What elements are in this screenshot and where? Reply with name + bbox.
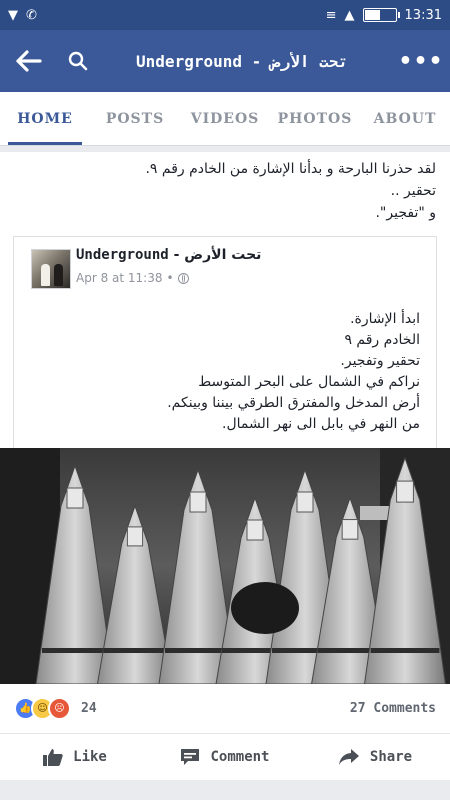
search-button[interactable] xyxy=(58,30,98,92)
hood-mask xyxy=(341,519,359,540)
reactions-bar: 👍 ☺ ☹ 24 27 Comments xyxy=(0,684,450,734)
comment-icon xyxy=(181,749,200,765)
reaction-count: 24 xyxy=(81,701,97,716)
meta-separator: • xyxy=(166,271,174,285)
shared-page-name-en: Underground xyxy=(76,247,169,263)
tab-home[interactable]: HOME xyxy=(0,92,90,145)
globe-icon xyxy=(177,272,189,284)
shared-post-text: ابدأ الإشارة. الخادم رقم ٩ تحقير وتفجير.… xyxy=(14,297,436,435)
shared-page-name-ar: - تحت الأرض xyxy=(168,247,262,263)
signal-icon: ▲ xyxy=(344,7,355,23)
share-arrow-icon xyxy=(338,749,359,765)
avatar[interactable] xyxy=(31,249,71,289)
like-button[interactable]: Like xyxy=(0,748,150,766)
post-text-line: تحقير .. xyxy=(390,183,436,199)
tab-videos[interactable]: VIDEOS xyxy=(180,92,270,145)
shared-text-line: من النهر في بابل الى نهر الشمال. xyxy=(222,416,420,432)
shared-text-line: تحقير وتفجير. xyxy=(340,353,420,369)
shield-icon: ▼ xyxy=(8,7,18,23)
shared-text-line: ابدأ الإشارة. xyxy=(350,311,420,327)
battery-icon xyxy=(362,8,400,22)
back-arrow-icon xyxy=(16,50,42,72)
shared-post-meta: Apr 8 at 11:38 • xyxy=(76,271,189,285)
battery-level xyxy=(364,10,380,20)
shared-page-name[interactable]: Underground - تحت الأرض xyxy=(76,247,261,263)
tab-photos[interactable]: PHOTOS xyxy=(270,92,360,145)
thumbs-up-icon xyxy=(43,749,63,766)
app-bar: Underground - تحت الأرض ••• xyxy=(0,30,450,92)
comment-label: Comment xyxy=(210,749,270,765)
comment-button[interactable]: Comment xyxy=(150,748,300,766)
shared-text-line: الخادم رقم ٩ xyxy=(344,332,420,348)
robe-trim xyxy=(103,648,167,653)
reaction-icons: 👍 ☺ ☹ xyxy=(14,697,71,720)
whatsapp-icon: ✆ xyxy=(26,7,37,23)
like-label: Like xyxy=(73,749,107,765)
more-options-button[interactable]: ••• xyxy=(392,30,450,92)
search-icon xyxy=(68,51,88,71)
page-title: Underground - تحت الأرض xyxy=(136,51,348,71)
post-text: لقد حذرنا البارحة و بدأنا الإشارة من الخ… xyxy=(0,152,450,224)
post-photo[interactable] xyxy=(0,448,450,684)
shared-text-line: نراكم في الشمال على البحر المتوسط xyxy=(198,374,420,390)
comments-count[interactable]: 27 Comments xyxy=(350,701,436,716)
shared-post-header: Underground - تحت الأرض Apr 8 at 11:38 • xyxy=(14,237,436,297)
clock-time: 13:31 xyxy=(404,7,442,23)
hood-mask xyxy=(296,491,314,513)
post-actions: Like Comment Share xyxy=(0,734,450,780)
post-text-line: لقد حذرنا البارحة و بدأنا الإشارة من الخ… xyxy=(145,161,436,177)
share-label: Share xyxy=(369,749,413,765)
hood-mask xyxy=(189,491,207,513)
vibrate-icon: ≡ xyxy=(325,7,337,23)
hood-mask xyxy=(246,519,264,541)
post-card: لقد حذرنا البارحة و بدأنا الإشارة من الخ… xyxy=(0,152,450,780)
tab-about[interactable]: ABOUT xyxy=(360,92,450,145)
timestamp[interactable]: Apr 8 at 11:38 xyxy=(76,271,162,285)
post-text-line: و "تفجير". xyxy=(375,205,436,221)
tab-posts[interactable]: POSTS xyxy=(90,92,180,145)
status-bar: ▼ ✆ ≡ ▲ 13:31 xyxy=(0,0,450,30)
flower-bouquet xyxy=(231,582,299,634)
shared-text-line: أرض المدخل والمفترق الطرقي بيننا وبينكم. xyxy=(167,395,420,411)
hood-mask xyxy=(396,480,414,503)
shared-post[interactable]: Underground - تحت الأرض Apr 8 at 11:38 •… xyxy=(13,236,437,448)
angry-reaction-icon: ☹ xyxy=(48,697,71,720)
reaction-summary[interactable]: 👍 ☺ ☹ 24 xyxy=(14,697,97,720)
hood-mask xyxy=(66,487,84,509)
page-tabs: HOME POSTS VIDEOS PHOTOS ABOUT xyxy=(0,92,450,146)
photo-image xyxy=(0,448,450,684)
back-button[interactable] xyxy=(0,30,58,92)
robe-trim xyxy=(370,648,440,653)
share-button[interactable]: Share xyxy=(300,748,450,766)
robe-trim xyxy=(42,648,108,653)
hood-mask xyxy=(126,526,144,547)
